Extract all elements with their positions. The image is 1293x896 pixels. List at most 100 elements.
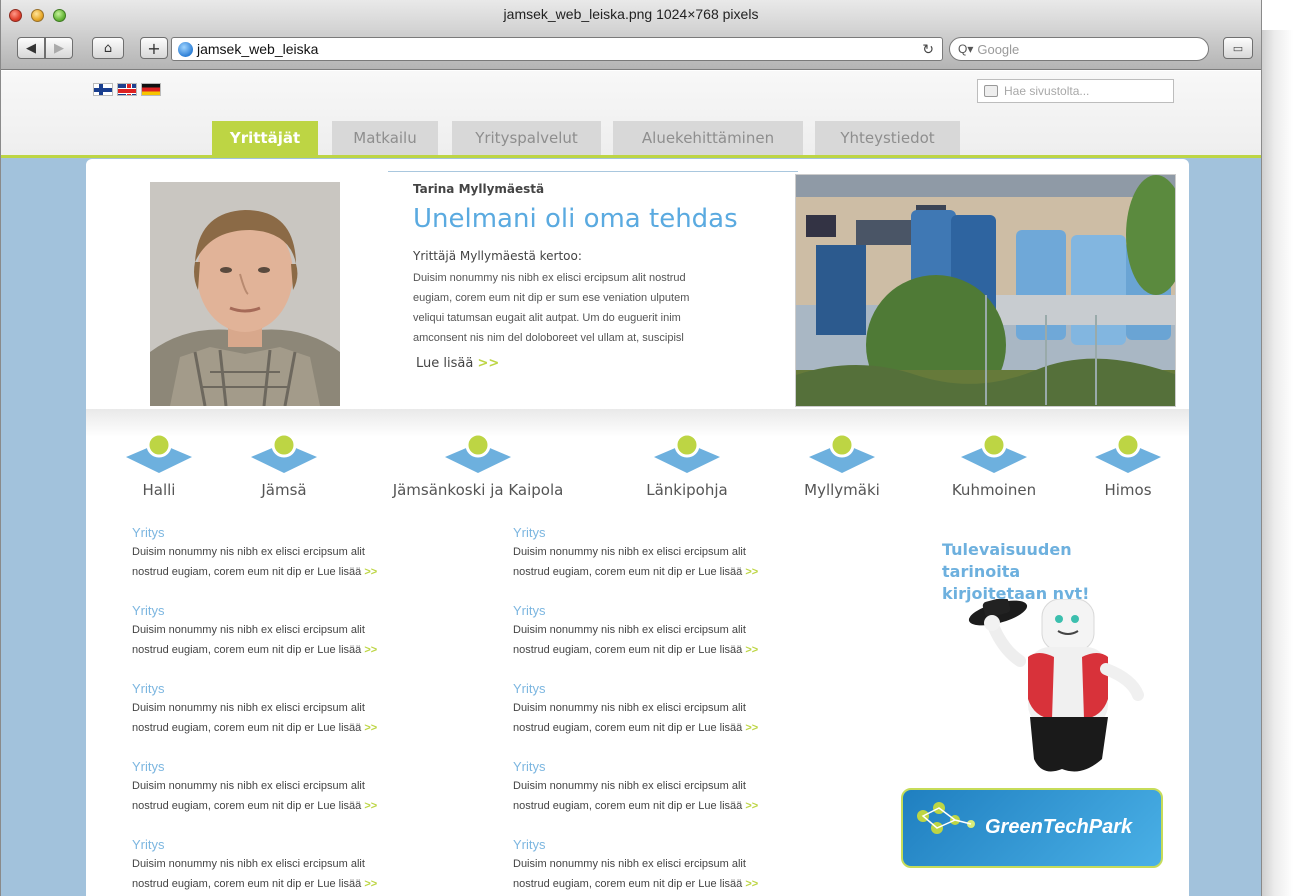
web-page: Hae sivustolta... Yrittäjät Matkailu Yri…	[1, 71, 1261, 896]
forward-button[interactable]: ▶	[45, 37, 73, 59]
reload-icon[interactable]: ↻	[922, 41, 934, 58]
double-arrow-icon[interactable]: >>	[745, 878, 758, 890]
story-body-line: amconsent nis nim del doloboreet vel ull…	[413, 332, 684, 344]
news-item: Yritys Duisim nonummy nis nibh ex elisci…	[132, 525, 462, 582]
story-body-line: veliqui tatumsan eugait alit autpat. Um …	[413, 312, 681, 324]
double-arrow-icon[interactable]: >>	[364, 644, 377, 656]
site-header: Hae sivustolta... Yrittäjät Matkailu Yri…	[1, 71, 1261, 155]
place-halli[interactable]: Halli	[89, 431, 229, 501]
news-line-with-link: nostrud eugiam, corem eum nit dip er Lue…	[513, 640, 843, 660]
double-arrow-icon[interactable]: >>	[745, 800, 758, 812]
site-search-input[interactable]: Hae sivustolta...	[977, 79, 1174, 103]
featured-story: Tarina Myllymäestä Unelmani oli oma tehd…	[388, 171, 798, 407]
news-line-with-link: nostrud eugiam, corem eum nit dip er Lue…	[513, 562, 843, 582]
double-arrow-icon[interactable]: >>	[745, 644, 758, 656]
address-bar[interactable]: jamsek_web_leiska ↻	[171, 37, 943, 61]
back-button[interactable]: ◀	[17, 37, 45, 59]
double-arrow-icon[interactable]: >>	[364, 722, 377, 734]
place-label: Kuhmoinen	[951, 481, 1037, 499]
news-item: Yritys Duisim nonummy nis nibh ex elisci…	[513, 681, 843, 738]
place-lankipohja[interactable]: Länkipohja	[617, 431, 757, 501]
news-title[interactable]: Yritys	[513, 681, 843, 696]
news-title[interactable]: Yritys	[513, 525, 843, 540]
news-line-with-link: nostrud eugiam, corem eum nit dip er Lue…	[132, 718, 462, 738]
window-title: jamsek_web_leiska.png 1024×768 pixels	[503, 6, 759, 22]
reader-icon: ▭	[1232, 41, 1244, 55]
news-item: Yritys Duisim nonummy nis nibh ex elisci…	[132, 603, 462, 660]
site-search-placeholder: Hae sivustolta...	[1004, 84, 1090, 98]
google-search-field[interactable]: Q▾ Google	[949, 37, 1209, 61]
news-title[interactable]: Yritys	[513, 837, 843, 852]
tab-yhteystiedot[interactable]: Yhteystiedot	[815, 121, 960, 155]
news-item: Yritys Duisim nonummy nis nibh ex elisci…	[513, 525, 843, 582]
news-item: Yritys Duisim nonummy nis nibh ex elisci…	[513, 603, 843, 660]
location-pin-icon	[251, 432, 317, 473]
tab-yrityspalvelut[interactable]: Yrityspalvelut	[452, 121, 601, 155]
sidebar-heading-line: Tulevaisuuden tarinoita	[942, 540, 1072, 581]
news-line: Duisim nonummy nis nibh ex elisci ercips…	[132, 546, 365, 558]
tab-yrittajat[interactable]: Yrittäjät	[212, 121, 318, 155]
news-line: nostrud eugiam, corem eum nit dip er Lue…	[132, 722, 362, 734]
story-title[interactable]: Unelmani oli oma tehdas	[413, 204, 738, 234]
news-title[interactable]: Yritys	[132, 837, 462, 852]
back-arrow-icon: ◀	[26, 40, 36, 56]
double-arrow-icon[interactable]: >>	[364, 800, 377, 812]
news-line: Duisim nonummy nis nibh ex elisci ercips…	[513, 546, 746, 558]
tab-aluekehittaminen[interactable]: Aluekehittäminen	[613, 121, 803, 155]
place-label: Länkipohja	[646, 481, 728, 499]
news-title[interactable]: Yritys	[132, 603, 462, 618]
finnish-flag-icon[interactable]	[93, 83, 113, 96]
news-item: Yritys Duisim nonummy nis nibh ex elisci…	[132, 837, 462, 894]
place-jamsa[interactable]: Jämsä	[214, 431, 354, 501]
location-pin-icon	[445, 432, 511, 473]
home-icon: ⌂	[103, 40, 113, 56]
uk-flag-icon[interactable]	[117, 83, 137, 96]
double-arrow-icon[interactable]: >>	[364, 878, 377, 890]
site-search-icon	[984, 85, 998, 97]
greentechpark-banner[interactable]: GreenTechPark	[901, 788, 1163, 868]
globe-icon	[178, 41, 193, 57]
header-divider	[1, 155, 1261, 158]
news-line: nostrud eugiam, corem eum nit dip er Lue…	[513, 800, 743, 812]
news-title[interactable]: Yritys	[513, 759, 843, 774]
news-line-with-link: nostrud eugiam, corem eum nit dip er Lue…	[513, 874, 843, 894]
news-title[interactable]: Yritys	[132, 525, 462, 540]
news-line: Duisim nonummy nis nibh ex elisci ercips…	[513, 702, 746, 714]
german-flag-icon[interactable]	[141, 83, 161, 96]
double-arrow-icon[interactable]: >>	[745, 566, 758, 578]
place-label: Myllymäki	[804, 481, 880, 499]
add-bookmark-button[interactable]: +	[140, 37, 168, 59]
news-title[interactable]: Yritys	[132, 759, 462, 774]
read-more-label: Lue lisää	[416, 356, 474, 371]
google-search-placeholder: Google	[977, 41, 1020, 57]
place-himos[interactable]: Himos	[1068, 431, 1188, 501]
story-body-line: Duisim nonummy nis nibh ex elisci ercips…	[413, 272, 686, 284]
news-line-with-link: nostrud eugiam, corem eum nit dip er Lue…	[132, 874, 462, 894]
content-card: Tarina Myllymäestä Unelmani oli oma tehd…	[86, 159, 1189, 896]
location-pin-icon	[126, 432, 192, 473]
news-line: nostrud eugiam, corem eum nit dip er Lue…	[513, 722, 743, 734]
portrait-photo	[150, 182, 340, 406]
place-label: Himos	[1104, 481, 1152, 499]
place-myllymaki[interactable]: Myllymäki	[772, 431, 912, 501]
news-line: nostrud eugiam, corem eum nit dip er Lue…	[132, 566, 362, 578]
story-read-more-link[interactable]: Lue lisää >>	[416, 356, 499, 371]
news-line: Duisim nonummy nis nibh ex elisci ercips…	[513, 624, 746, 636]
home-button[interactable]: ⌂	[92, 37, 124, 59]
place-jamsankoski-ja-kaipola[interactable]: Jämsänkoski ja Kaipola	[378, 431, 578, 501]
search-icon: Q▾	[958, 42, 974, 56]
news-item: Yritys Duisim nonummy nis nibh ex elisci…	[132, 759, 462, 816]
news-line: Duisim nonummy nis nibh ex elisci ercips…	[132, 858, 365, 870]
reader-button[interactable]: ▭	[1223, 37, 1253, 59]
news-item: Yritys Duisim nonummy nis nibh ex elisci…	[513, 837, 843, 894]
browser-toolbar: ◀ ▶ ⌂ + jamsek_web_leiska ↻ Q▾ Google ▭	[1, 30, 1261, 70]
place-label: Jämsä	[261, 481, 307, 499]
tab-matkailu[interactable]: Matkailu	[332, 121, 438, 155]
double-arrow-icon[interactable]: >>	[364, 566, 377, 578]
news-title[interactable]: Yritys	[132, 681, 462, 696]
browser-window: jamsek_web_leiska.png 1024×768 pixels ◀ …	[0, 0, 1262, 896]
place-kuhmoinen[interactable]: Kuhmoinen	[924, 431, 1064, 501]
double-arrow-icon: >>	[477, 356, 500, 371]
double-arrow-icon[interactable]: >>	[745, 722, 758, 734]
news-title[interactable]: Yritys	[513, 603, 843, 618]
